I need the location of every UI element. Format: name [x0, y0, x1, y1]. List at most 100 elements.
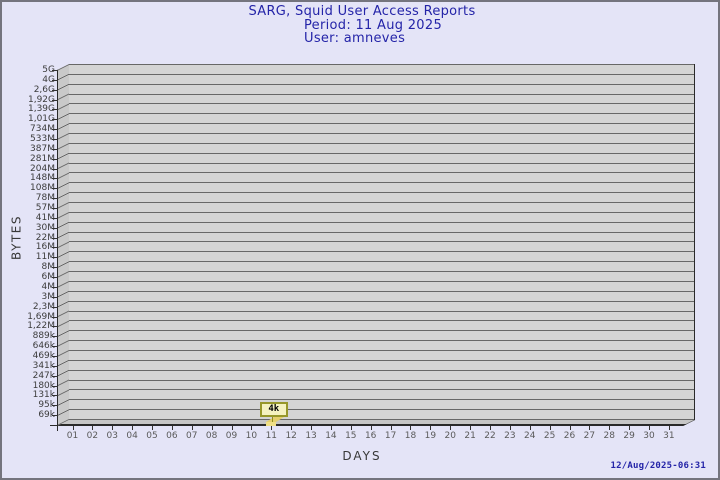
x-tick-mark: [73, 426, 74, 430]
y-tick-mark: [52, 90, 58, 91]
generated-timestamp: 12/Aug/2025-06:31: [610, 461, 706, 471]
x-tick-mark: [450, 426, 451, 430]
y-gridline: [69, 251, 694, 252]
y-tick-mark: [52, 395, 58, 396]
y-gridline: [69, 389, 694, 390]
y-tick-mark: [52, 415, 58, 416]
y-gridline: [69, 192, 694, 193]
x-tick-label: 27: [579, 431, 599, 441]
y-tick-mark: [52, 159, 58, 160]
page-title: SARG, Squid User Access Reports: [2, 5, 720, 19]
y-gridline: [69, 291, 694, 292]
y-gridline: [69, 311, 694, 312]
y-tick-label: 108M: [2, 183, 55, 193]
y-tick-mark: [52, 356, 58, 357]
y-tick-label: 78M: [2, 193, 55, 203]
y-tick-mark: [52, 139, 58, 140]
y-gridline: [69, 399, 694, 400]
x-tick-mark: [589, 426, 590, 430]
y-tick-mark: [52, 317, 58, 318]
bar-front-face: [266, 422, 276, 426]
y-tick-mark: [52, 70, 58, 71]
y-tick-label: 11M: [2, 252, 55, 262]
x-tick-label: 03: [102, 431, 122, 441]
y-gridline: [69, 370, 694, 371]
y-tick-mark: [52, 188, 58, 189]
x-tick-label: 04: [122, 431, 142, 441]
y-tick-mark: [52, 386, 58, 387]
x-tick-label: 31: [659, 431, 679, 441]
y-tick-label: 1,39G: [2, 104, 55, 114]
x-tick-label: 16: [361, 431, 381, 441]
y-gridline: [69, 409, 694, 410]
y-axis-line-overshoot: [57, 426, 58, 431]
chart-left-wall-3d: [57, 64, 69, 426]
y-tick-mark: [52, 307, 58, 308]
y-gridline: [69, 113, 694, 114]
x-tick-label: 24: [520, 431, 540, 441]
x-tick-label: 08: [202, 431, 222, 441]
report-user: User: amneves: [304, 32, 442, 45]
y-gridline: [69, 103, 694, 104]
y-tick-label: 5G: [2, 65, 55, 75]
y-gridline: [69, 222, 694, 223]
y-tick-mark: [52, 129, 58, 130]
x-tick-label: 05: [142, 431, 162, 441]
y-tick-mark: [52, 366, 58, 367]
y-tick-label: 41M: [2, 213, 55, 223]
x-tick-mark: [152, 426, 153, 430]
x-tick-label: 18: [400, 431, 420, 441]
x-tick-label: 13: [301, 431, 321, 441]
y-gridline: [69, 360, 694, 361]
y-tick-label: 95k: [2, 400, 55, 410]
y-tick-mark: [52, 376, 58, 377]
y-gridline: [69, 172, 694, 173]
x-tick-label: 10: [241, 431, 261, 441]
y-gridline: [69, 301, 694, 302]
x-tick-mark: [430, 426, 431, 430]
y-gridline: [69, 94, 694, 95]
x-tick-mark: [391, 426, 392, 430]
y-tick-label: 69k: [2, 410, 55, 420]
x-tick-label: 29: [619, 431, 639, 441]
x-tick-label: 07: [182, 431, 202, 441]
y-tick-label: 30M: [2, 223, 55, 233]
x-tick-mark: [510, 426, 511, 430]
y-tick-label: 4M: [2, 282, 55, 292]
y-tick-label: 2,6G: [2, 85, 55, 95]
y-tick-mark: [52, 238, 58, 239]
x-tick-label: 22: [480, 431, 500, 441]
y-tick-mark: [52, 218, 58, 219]
y-tick-label: 341k: [2, 361, 55, 371]
y-gridline: [69, 271, 694, 272]
x-tick-mark: [291, 426, 292, 430]
y-tick-mark: [52, 119, 58, 120]
x-tick-mark: [649, 426, 650, 430]
y-tick-label: 889k: [2, 331, 55, 341]
y-tick-label: 469k: [2, 351, 55, 361]
x-tick-label: 30: [639, 431, 659, 441]
y-gridline: [69, 281, 694, 282]
bar-value-tooltip: 4k: [260, 402, 288, 417]
y-tick-mark: [52, 287, 58, 288]
x-tick-mark: [351, 426, 352, 430]
x-tick-mark: [92, 426, 93, 430]
x-tick-mark: [212, 426, 213, 430]
y-tick-label: 57M: [2, 203, 55, 213]
y-tick-mark: [52, 297, 58, 298]
y-tick-mark: [52, 198, 58, 199]
y-gridline: [69, 330, 694, 331]
x-tick-mark: [232, 426, 233, 430]
y-gridline: [69, 380, 694, 381]
y-gridline: [69, 340, 694, 341]
x-tick-mark: [570, 426, 571, 430]
x-tick-mark: [331, 426, 332, 430]
y-gridline: [69, 202, 694, 203]
x-tick-mark: [271, 426, 272, 430]
y-gridline: [69, 320, 694, 321]
y-tick-mark: [52, 257, 58, 258]
y-tick-mark: [52, 149, 58, 150]
y-gridline: [69, 64, 694, 65]
chart-plot-area: [69, 64, 695, 420]
y-tick-mark: [52, 346, 58, 347]
